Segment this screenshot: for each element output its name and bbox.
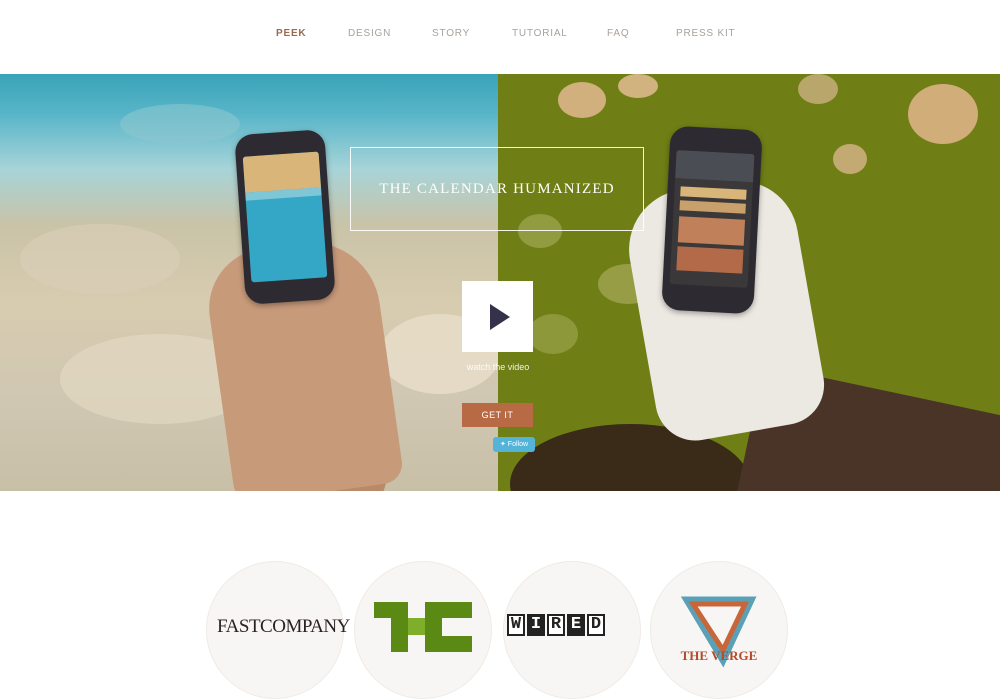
press-section: FASTCOMPANY W I R E D THE VERGE	[0, 491, 1000, 699]
phone-left-screen	[242, 151, 328, 283]
phone-right-screen	[669, 150, 755, 288]
nav-item-design[interactable]: DESIGN	[348, 28, 391, 39]
nav-item-tutorial[interactable]: TUTORIAL	[512, 28, 568, 39]
press-logo-techcrunch[interactable]	[354, 561, 492, 699]
verge-wordmark: THE VERGE	[680, 648, 758, 663]
wired-letter-i: I	[527, 614, 545, 636]
headline-box: THE CALENDAR HUMANIZED	[350, 147, 644, 231]
nav-item-story[interactable]: STORY	[432, 28, 470, 39]
play-icon	[490, 304, 510, 330]
techcrunch-logo	[374, 602, 472, 652]
hero-section: THE CALENDAR HUMANIZED watch the video G…	[0, 74, 1000, 491]
play-video-button[interactable]	[462, 281, 533, 352]
nav-item-faq[interactable]: FAQ	[607, 28, 629, 39]
nav-item-peek[interactable]: PEEK	[276, 28, 306, 39]
twitter-follow-button[interactable]: ✦ Follow	[493, 437, 535, 452]
press-logo-wired[interactable]: W I R E D	[503, 561, 641, 699]
wired-letter-w: W	[507, 614, 525, 636]
twitter-bird-icon: ✦	[499, 441, 506, 448]
nav-item-press-kit[interactable]: PRESS KIT	[676, 28, 735, 39]
press-logo-theverge[interactable]: THE VERGE	[650, 561, 788, 699]
top-nav: PEEK DESIGN STORY TUTORIAL FAQ PRESS KIT	[0, 0, 1000, 74]
watch-video-label[interactable]: watch the video	[452, 362, 544, 372]
get-it-button[interactable]: GET IT	[462, 403, 533, 427]
wired-letter-d: D	[587, 614, 605, 636]
wired-letter-e: E	[567, 614, 585, 636]
follow-label: Follow	[507, 441, 529, 448]
wired-logo: W I R E D	[507, 614, 605, 636]
phone-right	[661, 125, 763, 315]
hero-headline: THE CALENDAR HUMANIZED	[379, 180, 615, 197]
wired-letter-r: R	[547, 614, 565, 636]
fastcompany-logo: FASTCOMPANY	[217, 616, 350, 637]
press-logo-fastcompany[interactable]: FASTCOMPANY	[206, 561, 350, 699]
phone-left	[234, 129, 336, 305]
